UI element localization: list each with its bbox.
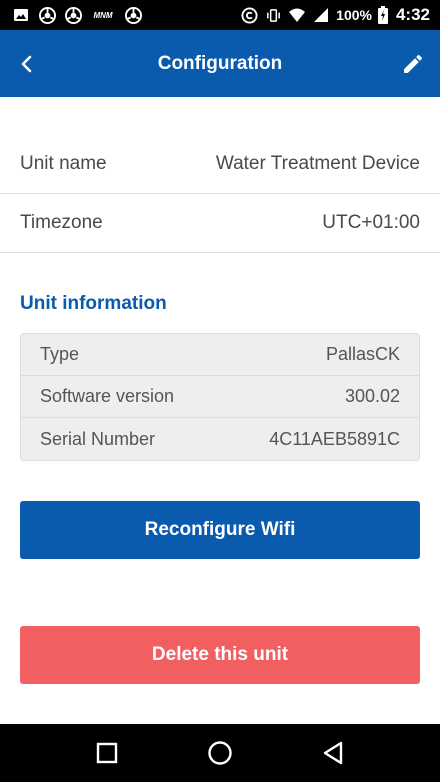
status-system: 100% 4:32 bbox=[240, 5, 430, 25]
info-value: 300.02 bbox=[344, 386, 400, 406]
chrome-icon bbox=[64, 6, 82, 24]
mnm-app-icon: MNM bbox=[93, 10, 113, 20]
unit-name-label: Unit name bbox=[20, 153, 107, 174]
info-label: Serial Number bbox=[40, 428, 156, 449]
info-row-software-version: Software version 300.02 bbox=[21, 376, 419, 418]
pencil-icon bbox=[404, 54, 423, 73]
status-time: 4:32 bbox=[395, 5, 430, 24]
battery-charging-icon bbox=[377, 6, 388, 24]
delete-unit-button[interactable]: Delete this unit bbox=[20, 626, 420, 684]
wifi-icon bbox=[288, 6, 306, 24]
app-bar: Configuration bbox=[0, 30, 440, 97]
home-circle-icon bbox=[208, 741, 232, 765]
timezone-label: Timezone bbox=[20, 212, 103, 233]
info-label: Software version bbox=[40, 386, 175, 406]
reconfigure-wifi-button[interactable]: Reconfigure Wifi bbox=[20, 501, 420, 559]
unit-information-card: Type PallasCK Software version 300.02 Se… bbox=[20, 333, 420, 461]
info-label: Type bbox=[40, 344, 80, 364]
home-button[interactable] bbox=[205, 738, 235, 768]
signal-icon bbox=[312, 6, 330, 24]
info-row-type: Type PallasCK bbox=[21, 334, 419, 376]
page-title: Configuration bbox=[157, 52, 283, 74]
chrome-icon bbox=[38, 6, 56, 24]
edit-button[interactable] bbox=[400, 51, 426, 77]
timezone-row[interactable]: Timezone UTC+01:00 bbox=[0, 194, 440, 253]
image-icon bbox=[12, 6, 30, 24]
timezone-value: UTC+01:00 bbox=[322, 212, 420, 233]
circle-c-icon bbox=[240, 6, 258, 24]
unit-name-row[interactable]: Unit name Water Treatment Device bbox=[0, 135, 440, 194]
unit-information-title: Unit information bbox=[20, 293, 167, 314]
configuration-content: Unit name Water Treatment Device Timezon… bbox=[0, 135, 440, 684]
info-value: 4C11AEB5891C bbox=[269, 428, 400, 449]
back-button[interactable] bbox=[14, 51, 40, 77]
unit-name-value: Water Treatment Device bbox=[215, 153, 420, 174]
info-value: PallasCK bbox=[325, 344, 400, 364]
recents-button[interactable] bbox=[92, 738, 122, 768]
status-notifications: MNM bbox=[12, 6, 142, 24]
chevron-left-icon bbox=[21, 55, 32, 72]
vibrate-icon bbox=[264, 6, 282, 24]
status-bar: MNM 100% 4:32 bbox=[0, 0, 440, 30]
battery-percent: 100% bbox=[336, 7, 372, 23]
chrome-icon bbox=[124, 6, 142, 24]
back-nav-button[interactable] bbox=[318, 738, 348, 768]
back-triangle-icon bbox=[324, 741, 343, 765]
recents-square-icon bbox=[96, 742, 117, 764]
system-nav-bar bbox=[0, 724, 440, 782]
info-row-serial-number: Serial Number 4C11AEB5891C bbox=[21, 418, 419, 460]
